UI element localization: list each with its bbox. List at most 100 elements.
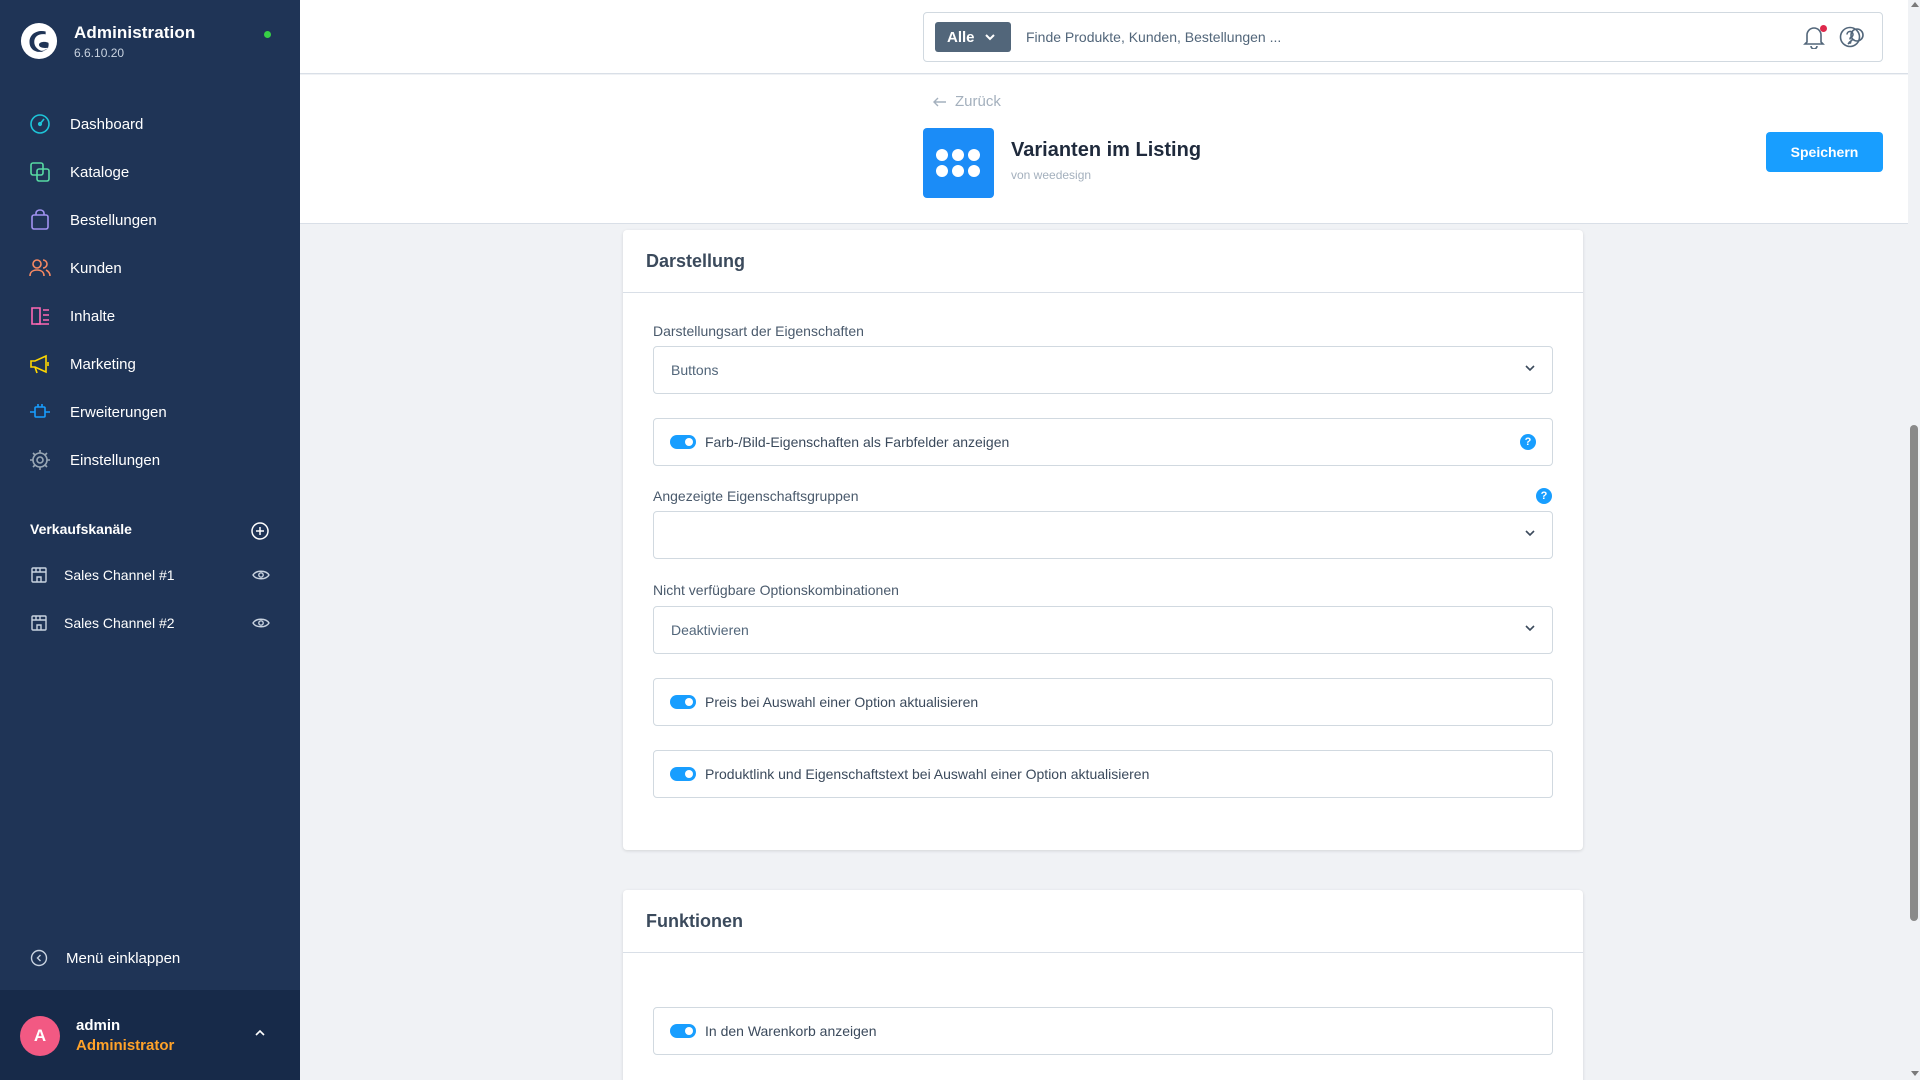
- sales-channels-title: Verkaufskanäle: [30, 521, 132, 537]
- nav-item-inhalte[interactable]: Inhalte: [0, 292, 300, 340]
- help-tooltip-icon[interactable]: ?: [1536, 488, 1552, 504]
- update-price-switch-row: Preis bei Auswahl einer Option aktualisi…: [653, 678, 1553, 726]
- update-price-toggle[interactable]: [670, 695, 696, 709]
- orders-bag-icon: [28, 208, 52, 232]
- nav-item-marketing[interactable]: Marketing: [0, 340, 300, 388]
- switch-label: Preis bei Auswahl einer Option aktualisi…: [705, 694, 979, 710]
- color-fields-toggle[interactable]: [670, 435, 696, 449]
- add-sales-channel-icon[interactable]: [250, 521, 270, 541]
- user-role: Administrator: [76, 1037, 175, 1054]
- sales-channel-item-2[interactable]: Sales Channel #2: [0, 603, 300, 643]
- back-link[interactable]: Zurück: [933, 93, 1001, 110]
- unavailable-combinations-label: Nicht verfügbare Optionskombinationen: [653, 582, 899, 598]
- chevron-left-circle-icon: [30, 949, 48, 967]
- content-icon: [28, 304, 52, 328]
- top-bar: Alle: [300, 0, 1908, 74]
- card-darstellung: Darstellung Darstellungsart der Eigensch…: [623, 230, 1583, 850]
- collapse-menu-button[interactable]: Menü einklappen: [0, 938, 300, 978]
- eye-icon[interactable]: [252, 615, 270, 631]
- brand[interactable]: Administration 6.6.10.20: [20, 22, 195, 60]
- card-title: Funktionen: [646, 910, 743, 931]
- plugin-icon: [28, 400, 52, 424]
- main-nav: Dashboard Kataloge Bestellungen Kunden I…: [0, 100, 300, 484]
- select-value: Deaktivieren: [671, 622, 749, 638]
- chevron-down-icon: [1525, 625, 1535, 632]
- card-header: Funktionen: [623, 890, 1583, 953]
- chevron-down-icon: [1525, 530, 1535, 537]
- app-title: Administration: [74, 22, 196, 42]
- app-version: 6.6.10.20: [74, 45, 125, 60]
- sidebar: Administration 6.6.10.20 Dashboard Katal…: [0, 0, 300, 1080]
- display-type-label: Darstellungsart der Eigenschaften: [653, 323, 864, 339]
- page-header: Zurück Varianten im Listing von weedesig…: [300, 75, 1908, 224]
- nav-label: Kunden: [70, 259, 122, 277]
- color-fields-switch-row: Farb-/Bild-Eigenschaften als Farbfelder …: [653, 418, 1553, 466]
- user-menu[interactable]: A admin Administrator: [0, 990, 300, 1080]
- nav-label: Dashboard: [70, 115, 144, 133]
- sales-channel-label: Sales Channel #2: [64, 615, 175, 631]
- status-indicator: [264, 31, 271, 38]
- nav-label: Kataloge: [70, 163, 130, 181]
- global-search: Alle: [923, 12, 1883, 62]
- nav-label: Bestellungen: [70, 211, 157, 229]
- sales-channel-label: Sales Channel #1: [64, 567, 175, 583]
- nav-item-einstellungen[interactable]: Einstellungen: [0, 436, 300, 484]
- back-label: Zurück: [955, 93, 1001, 110]
- customers-icon: [28, 256, 52, 280]
- nav-item-kunden[interactable]: Kunden: [0, 244, 300, 292]
- gear-icon: [28, 448, 52, 472]
- nav-item-bestellungen[interactable]: Bestellungen: [0, 196, 300, 244]
- search-type-select[interactable]: Alle: [935, 22, 1011, 52]
- select-value: Buttons: [671, 362, 719, 378]
- card-header: Darstellung: [623, 230, 1583, 293]
- chevron-down-icon: [1525, 365, 1535, 372]
- update-link-toggle[interactable]: [670, 767, 696, 781]
- groups-label: Angezeigte Eigenschaftsgruppen: [653, 488, 859, 504]
- user-name: admin: [76, 1017, 121, 1034]
- switch-label: Farb-/Bild-Eigenschaften als Farbfelder …: [705, 434, 1010, 450]
- nav-label: Einstellungen: [70, 451, 161, 469]
- sales-channel-item-1[interactable]: Sales Channel #1: [0, 555, 300, 595]
- shopware-logo-icon: [20, 22, 58, 60]
- switch-label: Produktlink und Eigenschaftstext bei Aus…: [705, 766, 1150, 782]
- notification-badge: [1820, 25, 1827, 32]
- switch-label: In den Warenkorb anzeigen: [705, 1023, 877, 1039]
- chevron-down-icon: [984, 34, 995, 41]
- nav-label: Inhalte: [70, 307, 116, 325]
- groups-multiselect[interactable]: [653, 511, 1553, 559]
- nav-item-dashboard[interactable]: Dashboard: [0, 100, 300, 148]
- collapse-menu-label: Menü einklappen: [66, 949, 181, 967]
- dashboard-icon: [28, 112, 52, 136]
- nav-label: Erweiterungen: [70, 403, 167, 421]
- save-button[interactable]: Speichern: [1766, 132, 1883, 172]
- card-funktionen: Funktionen In den Warenkorb anzeigen: [623, 890, 1583, 1080]
- nav-item-erweiterungen[interactable]: Erweiterungen: [0, 388, 300, 436]
- plugin-vendor: von weedesign: [1011, 168, 1092, 182]
- scroll-thumb[interactable]: [1910, 425, 1918, 921]
- card-title: Darstellung: [646, 250, 746, 271]
- chevron-up-icon[interactable]: [254, 1028, 266, 1038]
- page-scrollbar[interactable]: [1908, 0, 1920, 1080]
- search-type-label: Alle: [947, 28, 975, 46]
- scroll-down-arrow[interactable]: [1911, 1071, 1919, 1076]
- search-input[interactable]: [1026, 21, 1826, 53]
- help-icon[interactable]: [1839, 26, 1861, 48]
- unavailable-combinations-select[interactable]: Deaktivieren: [653, 606, 1553, 654]
- eye-icon[interactable]: [252, 567, 270, 583]
- catalog-icon: [28, 160, 52, 184]
- scroll-up-arrow[interactable]: [1911, 2, 1919, 7]
- page-title: Varianten im Listing: [1011, 139, 1202, 161]
- cart-toggle[interactable]: [670, 1024, 696, 1038]
- storefront-icon: [31, 615, 47, 631]
- update-link-switch-row: Produktlink und Eigenschaftstext bei Aus…: [653, 750, 1553, 798]
- storefront-icon: [31, 567, 47, 583]
- avatar: A: [20, 1016, 60, 1056]
- help-tooltip-icon[interactable]: ?: [1520, 434, 1536, 450]
- cart-switch-row: In den Warenkorb anzeigen: [653, 1007, 1553, 1055]
- plugin-logo: [923, 128, 994, 198]
- display-type-select[interactable]: Buttons: [653, 346, 1553, 394]
- arrow-left-icon: [933, 97, 946, 106]
- nav-item-kataloge[interactable]: Kataloge: [0, 148, 300, 196]
- megaphone-icon: [28, 352, 52, 376]
- nav-label: Marketing: [70, 355, 136, 373]
